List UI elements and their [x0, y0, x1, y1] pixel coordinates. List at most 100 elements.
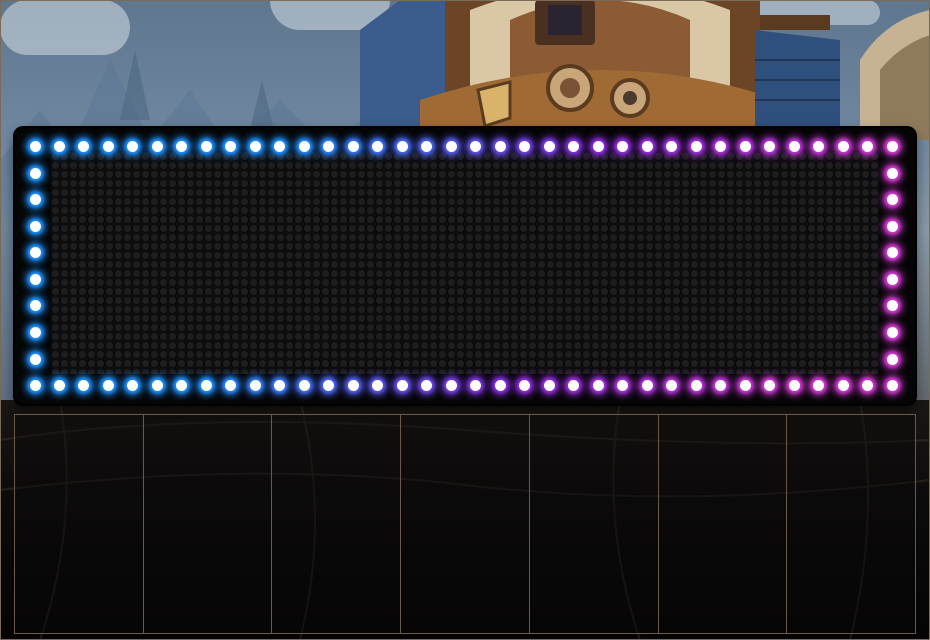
marquee-bulb — [886, 353, 898, 365]
marquee-bulb — [29, 300, 41, 312]
marquee-bulb — [176, 140, 188, 152]
marquee-bulb — [78, 140, 90, 152]
marquee-bulb — [29, 353, 41, 365]
clocktower-building — [360, 0, 840, 140]
marquee-bulb — [29, 194, 41, 206]
marquee-bulb — [641, 379, 653, 391]
marquee-bulb — [666, 140, 678, 152]
item-slot[interactable] — [14, 414, 143, 634]
marquee-bulb — [53, 140, 65, 152]
marquee-bulb — [862, 140, 873, 152]
marquee-bulb — [29, 140, 41, 152]
marquee-bulb — [886, 326, 898, 338]
marquee-bulb — [666, 379, 678, 391]
marquee-bulb — [151, 140, 163, 152]
marquee-bulb — [298, 379, 310, 391]
marquee-bulb — [176, 379, 188, 391]
marquee-bulb — [274, 379, 286, 391]
marquee-bulb — [78, 379, 90, 391]
marquee-bulb — [837, 379, 849, 391]
marquee-bulb — [788, 379, 800, 391]
marquee-bulb — [249, 379, 261, 391]
item-slot[interactable] — [657, 414, 787, 634]
marquee-bulb — [200, 140, 212, 152]
item-slot[interactable] — [528, 414, 658, 634]
marquee-bulb — [886, 194, 898, 206]
marquee-bulb — [225, 140, 237, 152]
marquee-bulb — [886, 273, 898, 285]
marquee-bulb — [421, 140, 433, 152]
marquee-bulb — [568, 379, 580, 391]
marquee-bulb — [715, 140, 727, 152]
marquee-bulb — [470, 379, 482, 391]
marquee-bulb — [519, 379, 531, 391]
marquee-bulb — [886, 167, 898, 179]
marquee-bulb — [102, 379, 114, 391]
marquee-bulb — [445, 379, 457, 391]
marquee-bulb — [862, 379, 873, 391]
marquee-bulb — [568, 140, 580, 152]
stone-tower — [860, 10, 930, 140]
marquee-bulb — [347, 140, 359, 152]
marquee-bulb — [886, 140, 898, 152]
item-slot[interactable] — [400, 414, 529, 634]
marquee-bulb — [323, 379, 335, 391]
marquee-bulb — [739, 140, 751, 152]
marquee-bulb — [151, 379, 163, 391]
marquee-bulb-border — [15, 128, 915, 404]
item-slot[interactable] — [786, 414, 917, 634]
marquee-bulb — [29, 220, 41, 232]
marquee-bulb — [127, 379, 139, 391]
marquee-bulb — [29, 247, 41, 259]
marquee-bulb — [29, 326, 41, 338]
marquee-bulb — [543, 140, 555, 152]
marquee-bulb — [274, 140, 286, 152]
marquee-bulb — [347, 379, 359, 391]
marquee-bulb — [641, 140, 653, 152]
marquee-bulb — [29, 379, 41, 391]
marquee-bulb — [592, 140, 604, 152]
marquee-bulb — [323, 140, 335, 152]
item-slot[interactable] — [142, 414, 272, 634]
marquee-bulb — [29, 273, 41, 285]
marquee-bulb — [372, 140, 384, 152]
marquee-bulb — [690, 379, 702, 391]
marquee-bulb — [886, 300, 898, 312]
marquee-bulb — [739, 379, 751, 391]
marquee-bulb — [886, 247, 898, 259]
marquee-bulb — [886, 379, 898, 391]
marquee-bulb — [886, 220, 898, 232]
marquee-bulb — [494, 379, 506, 391]
item-slot-row — [14, 414, 917, 634]
marquee-bulb — [29, 167, 41, 179]
marquee-bulb — [200, 379, 212, 391]
marquee-bulb — [421, 379, 433, 391]
marquee-bulb — [127, 140, 139, 152]
marquee-bulb — [470, 140, 482, 152]
marquee-bulb — [298, 140, 310, 152]
marquee-bulb — [592, 379, 604, 391]
marquee-bulb — [519, 140, 531, 152]
marquee-bulb — [690, 140, 702, 152]
marquee-bulb — [543, 379, 555, 391]
marquee-bulb — [445, 140, 457, 152]
marquee-bulb — [494, 140, 506, 152]
marquee-bulb — [764, 140, 776, 152]
marquee-bulb — [396, 140, 408, 152]
marquee-bulb — [788, 140, 800, 152]
marquee-bulb — [617, 379, 629, 391]
marquee-bulb — [53, 379, 65, 391]
marquee-bulb — [372, 379, 384, 391]
marquee-bulb — [617, 140, 629, 152]
item-slot[interactable] — [271, 414, 401, 634]
led-marquee-board — [15, 128, 915, 404]
marquee-bulb — [102, 140, 114, 152]
marquee-bulb — [249, 140, 261, 152]
marquee-bulb — [764, 379, 776, 391]
marquee-bulb — [837, 140, 849, 152]
marquee-bulb — [813, 379, 825, 391]
marquee-bulb — [813, 140, 825, 152]
marquee-bulb — [715, 379, 727, 391]
marquee-bulb — [225, 379, 237, 391]
marquee-bulb — [396, 379, 408, 391]
